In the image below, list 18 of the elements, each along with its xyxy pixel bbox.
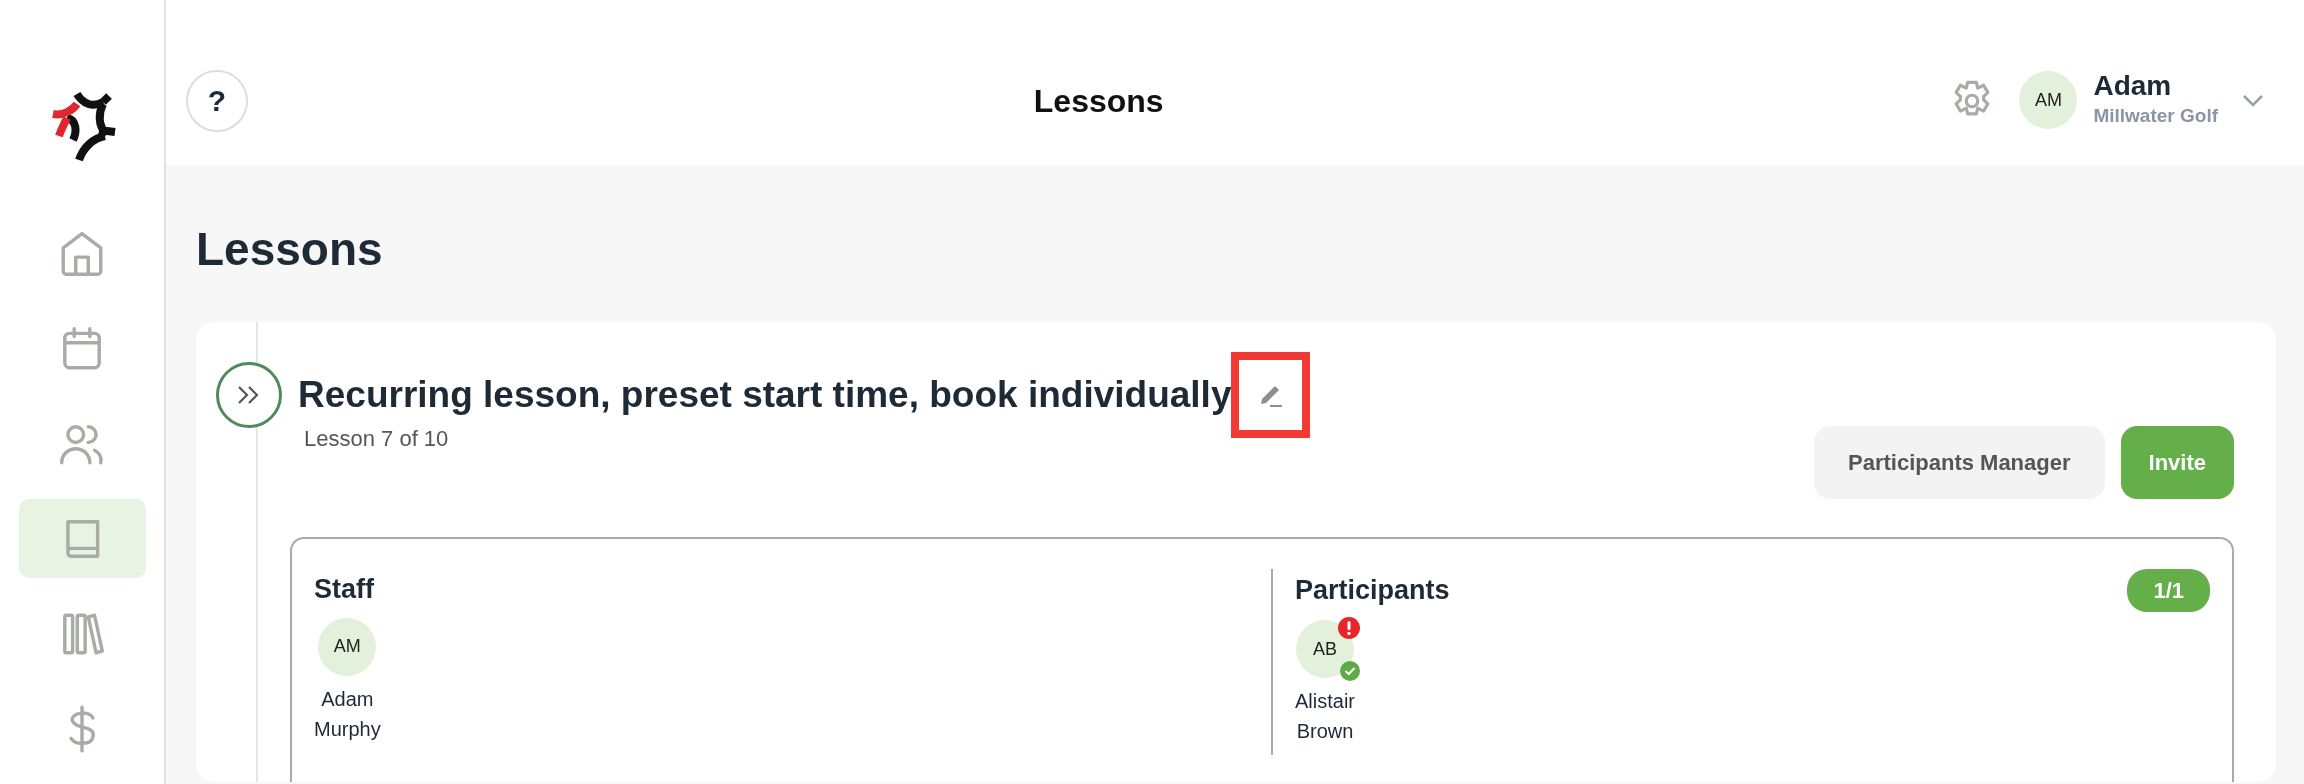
section-heading: Participants	[1295, 574, 1450, 608]
lesson-title: Recurring lesson, preset start time, book individually	[298, 373, 1232, 418]
user-avatar: AM	[2019, 71, 2078, 130]
person-name: Alistair Brown	[1295, 689, 1355, 744]
nav-item[interactable]	[18, 499, 146, 578]
organization-name: Millwater Golf	[2093, 103, 2218, 128]
edit-button[interactable]	[1231, 352, 1311, 438]
participants-manager-button[interactable]: Participants Manager	[1814, 426, 2105, 499]
person-name: Adam Murphy	[314, 686, 381, 742]
count-pill: 1/1	[2127, 569, 2210, 612]
section-heading: Staff	[314, 573, 374, 606]
user-name: Adam	[2093, 70, 2173, 102]
chevron-down-icon[interactable]	[2242, 94, 2264, 109]
lesson-number-text: Lesson 7 of 10	[304, 425, 449, 453]
page-title: Lessons	[196, 222, 384, 277]
person-avatar: AM	[318, 617, 377, 676]
header-title: Lessons	[1033, 82, 1164, 119]
help-button[interactable]: ?	[186, 69, 248, 132]
